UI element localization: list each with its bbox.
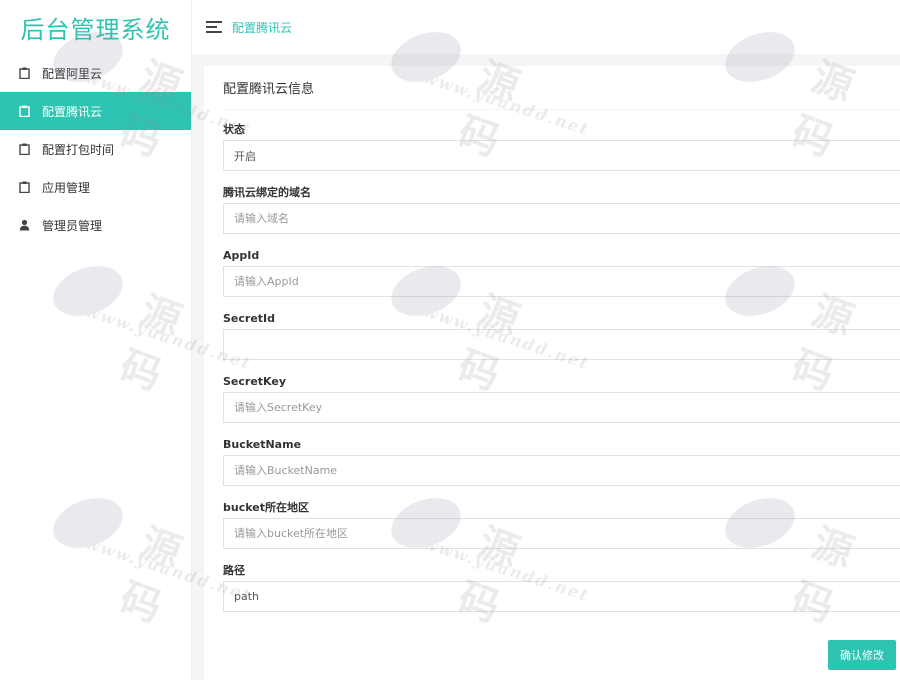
user-icon: [18, 219, 30, 231]
bucket-region-row: bucket所在地区: [223, 496, 900, 549]
app-title: 后台管理系统: [20, 15, 171, 44]
sidebar-item-label: 管理员管理: [42, 218, 103, 233]
clipboard-icon: [18, 105, 30, 117]
sidebar-item-label: 应用管理: [42, 180, 91, 195]
clipboard-icon: [18, 181, 30, 193]
sidebar-item-tencent-cloud[interactable]: 配置腾讯云: [0, 92, 191, 130]
sidebar-item-label: 配置阿里云: [42, 66, 103, 81]
bucket-region-label: bucket所在地区: [223, 501, 309, 514]
secretkey-input[interactable]: [223, 392, 900, 423]
secretkey-label: SecretKey: [223, 374, 287, 388]
menu-toggle-icon[interactable]: [206, 21, 222, 33]
status-row: 状态: [223, 118, 900, 171]
domain-label: 腾讯云绑定的域名: [223, 186, 311, 199]
confirm-modify-button[interactable]: 确认修改: [828, 640, 896, 670]
sidebar: 后台管理系统 配置阿里云 配置腾讯云 配置打包时间 应用管理 管理员管理: [0, 0, 192, 680]
bucketname-input[interactable]: [223, 455, 900, 486]
sidebar-item-aliyun[interactable]: 配置阿里云: [0, 54, 191, 92]
clipboard-icon: [18, 143, 30, 155]
bucketname-row: BucketName: [223, 433, 900, 486]
path-label: 路径: [223, 564, 245, 577]
page-title: 配置腾讯云: [232, 20, 293, 35]
form-title: 配置腾讯云信息: [223, 66, 900, 110]
appid-row: AppId: [223, 244, 900, 297]
sidebar-item-admin-management[interactable]: 管理员管理: [0, 206, 191, 244]
sidebar-item-app-management[interactable]: 应用管理: [0, 168, 191, 206]
secretid-row: SecretId: [223, 307, 900, 360]
sidebar-menu: 配置阿里云 配置腾讯云 配置打包时间 应用管理 管理员管理: [0, 54, 191, 244]
appid-input[interactable]: [223, 266, 900, 297]
status-label: 状态: [223, 123, 245, 136]
secretid-label: SecretId: [223, 311, 276, 325]
bucket-region-input[interactable]: [223, 518, 900, 549]
status-input[interactable]: [223, 140, 900, 171]
top-header: 配置腾讯云: [192, 0, 900, 54]
domain-input[interactable]: [223, 203, 900, 234]
clipboard-icon: [18, 67, 30, 79]
path-row: 路径: [223, 559, 900, 612]
secretid-input[interactable]: [223, 329, 900, 360]
bucketname-label: BucketName: [223, 437, 302, 451]
config-form-card: 配置腾讯云信息 状态 腾讯云绑定的域名 AppId SecretId Secre…: [204, 66, 900, 680]
appid-label: AppId: [223, 248, 260, 262]
path-input[interactable]: [223, 581, 900, 612]
sidebar-item-label: 配置打包时间: [42, 142, 115, 157]
domain-row: 腾讯云绑定的域名: [223, 181, 900, 234]
sidebar-item-package-time[interactable]: 配置打包时间: [0, 130, 191, 168]
secretkey-row: SecretKey: [223, 370, 900, 423]
sidebar-item-label: 配置腾讯云: [42, 104, 103, 119]
main-content: 配置腾讯云信息 状态 腾讯云绑定的域名 AppId SecretId Secre…: [192, 54, 900, 680]
